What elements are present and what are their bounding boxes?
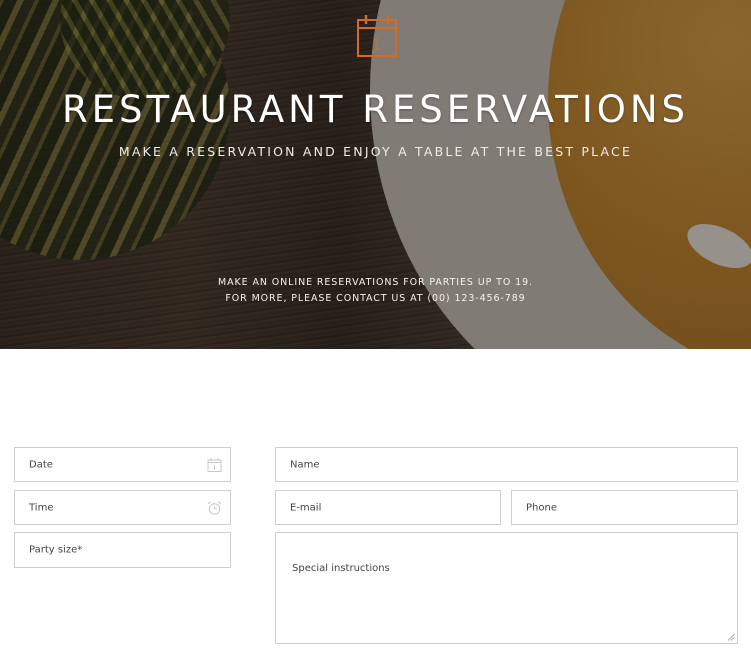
phone-placeholder: Phone [526,502,557,513]
hero-banner: 1 RESTAURANT RESERVATIONS MAKE A RESERVA… [0,0,751,349]
phone-field[interactable]: Phone [511,490,738,525]
alarm-clock-icon[interactable] [207,500,222,515]
name-placeholder: Name [290,459,320,470]
party-size-placeholder: Party size* [29,544,83,556]
special-instructions-placeholder: Special instructions [292,563,390,574]
reservation-note-line-2: FOR MORE, PLEASE CONTACT US AT (00) 123-… [225,292,526,304]
time-field[interactable]: Time [14,490,231,525]
date-placeholder: Date [29,459,53,470]
page-title: RESTAURANT RESERVATIONS [61,88,690,131]
calendar-icon: 1 [357,15,397,57]
reservation-note-line-1: MAKE AN ONLINE RESERVATIONS FOR PARTIES … [218,277,533,288]
special-instructions-field[interactable]: Special instructions [275,532,738,644]
party-size-field[interactable]: Party size* [14,532,231,568]
date-field[interactable]: Date [14,447,231,482]
email-field[interactable]: E-mail [275,490,501,525]
name-field[interactable]: Name [275,447,738,482]
resize-handle-icon[interactable] [727,633,735,641]
calendar-icon[interactable] [207,457,222,472]
email-placeholder: E-mail [290,502,322,513]
time-placeholder: Time [29,502,54,513]
reservation-note: MAKE AN ONLINE RESERVATIONS FOR PARTIES … [0,275,751,306]
calendar-icon-number: 1 [372,35,382,54]
page-subtitle: MAKE A RESERVATION AND ENJOY A TABLE AT … [118,144,633,159]
